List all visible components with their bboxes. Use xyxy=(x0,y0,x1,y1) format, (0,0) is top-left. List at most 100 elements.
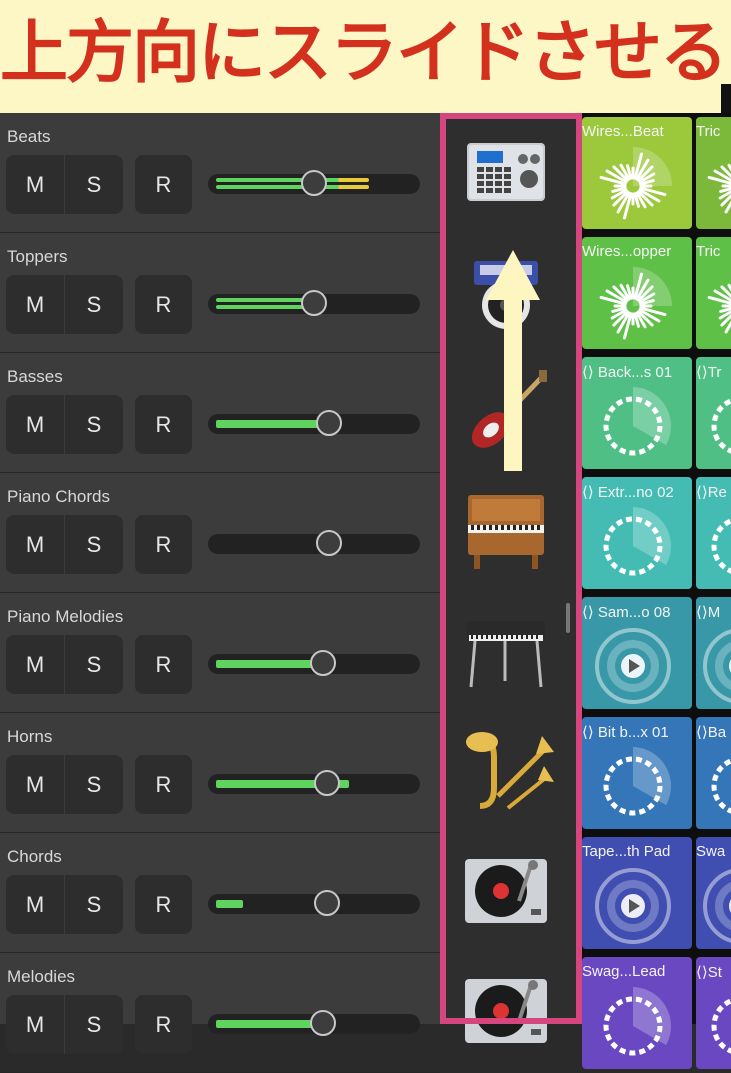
loop-waveform xyxy=(594,507,672,585)
volume-knob[interactable] xyxy=(310,1010,336,1036)
mute-button[interactable]: M xyxy=(6,875,65,934)
track-row[interactable]: Piano Melodies M S R xyxy=(0,593,440,713)
record-enable-button[interactable]: R xyxy=(135,995,192,1054)
loop-cell-partial[interactable]: ⟨⟩St xyxy=(696,957,731,1069)
loop-cell-partial[interactable]: Tric xyxy=(696,117,731,229)
track-name: Piano Melodies xyxy=(7,607,124,626)
loop-cell-partial[interactable]: ⟨⟩Re xyxy=(696,477,731,589)
loop-cell-label: ⟨⟩ Sam...o 08 xyxy=(582,604,671,621)
mute-button[interactable]: M xyxy=(6,395,65,454)
solo-button[interactable]: S xyxy=(65,275,123,334)
loop-cell-partial[interactable]: Swa xyxy=(696,837,731,949)
solo-button[interactable]: S xyxy=(65,155,123,214)
record-enable-button[interactable]: R xyxy=(135,635,192,694)
loop-cell-label: Swa xyxy=(696,843,726,860)
track-header-panel: Beats M S R Toppers M S R Basses M S R P… xyxy=(0,113,440,1073)
record-enable-button[interactable]: R xyxy=(135,875,192,934)
loop-cell[interactable]: ⟨⟩ Back...s 01 xyxy=(582,357,692,469)
loop-waveform xyxy=(594,867,672,945)
level-meter-top xyxy=(216,420,326,428)
track-row[interactable]: Chords M S R xyxy=(0,833,440,953)
loop-waveform xyxy=(702,147,731,225)
loop-arrows-icon: ⟨⟩ xyxy=(582,724,598,741)
level-meter-top xyxy=(216,1020,324,1028)
track-name: Chords xyxy=(7,847,62,866)
track-name: Melodies xyxy=(7,967,76,986)
volume-knob[interactable] xyxy=(314,890,340,916)
track-name: Horns xyxy=(7,727,53,746)
loop-cell-label: Wires...Beat xyxy=(582,123,664,140)
level-meter-top xyxy=(216,660,324,668)
track-row[interactable]: Basses M S R xyxy=(0,353,440,473)
track-row[interactable]: Beats M S R xyxy=(0,113,440,233)
solo-button[interactable]: S xyxy=(65,995,123,1054)
volume-slider[interactable] xyxy=(208,650,420,676)
volume-knob[interactable] xyxy=(316,410,342,436)
mute-button[interactable]: M xyxy=(6,635,65,694)
solo-button[interactable]: S xyxy=(65,395,123,454)
loop-waveform xyxy=(702,627,731,705)
track-name: Toppers xyxy=(7,247,68,266)
solo-button[interactable]: S xyxy=(65,875,123,934)
loop-waveform xyxy=(702,267,731,345)
volume-knob[interactable] xyxy=(316,530,342,556)
volume-slider[interactable] xyxy=(208,530,420,556)
loop-cell-partial[interactable]: Tric xyxy=(696,237,731,349)
instruction-text: 上方向にスライドさせる xyxy=(0,14,728,93)
volume-slider[interactable] xyxy=(208,410,420,436)
loop-cell[interactable]: ⟨⟩ Sam...o 08 xyxy=(582,597,692,709)
loop-cell-label: Tric xyxy=(696,123,721,140)
loop-waveform xyxy=(594,747,672,825)
volume-slider[interactable] xyxy=(208,170,420,196)
loop-waveform xyxy=(702,507,731,585)
volume-knob[interactable] xyxy=(310,650,336,676)
volume-slider[interactable] xyxy=(208,770,420,796)
record-enable-button[interactable]: R xyxy=(135,155,192,214)
mute-button[interactable]: M xyxy=(6,155,65,214)
loop-arrows-icon: ⟨⟩ xyxy=(696,724,708,741)
loop-cell[interactable]: ⟨⟩ Bit b...x 01 xyxy=(582,717,692,829)
loop-arrows-icon: ⟨⟩ xyxy=(696,964,708,981)
loop-cell[interactable]: Wires...opper xyxy=(582,237,692,349)
volume-slider[interactable] xyxy=(208,290,420,316)
track-name: Basses xyxy=(7,367,63,386)
loop-cell-label: ⟨⟩ Extr...no 02 xyxy=(582,484,674,501)
level-meter-bottom xyxy=(216,305,312,309)
loop-cell[interactable]: Tape...th Pad xyxy=(582,837,692,949)
track-row[interactable]: Melodies M S R xyxy=(0,953,440,1073)
track-row[interactable]: Piano Chords M S R xyxy=(0,473,440,593)
volume-knob[interactable] xyxy=(301,290,327,316)
mute-button[interactable]: M xyxy=(6,515,65,574)
loop-cell[interactable]: Swag...Lead xyxy=(582,957,692,1069)
solo-button[interactable]: S xyxy=(65,755,123,814)
loop-cell[interactable]: Wires...Beat xyxy=(582,117,692,229)
track-row[interactable]: Toppers M S R xyxy=(0,233,440,353)
volume-slider[interactable] xyxy=(208,890,420,916)
track-row[interactable]: Horns M S R xyxy=(0,713,440,833)
loop-cell-partial[interactable]: ⟨⟩Tr xyxy=(696,357,731,469)
mute-button[interactable]: M xyxy=(6,755,65,814)
solo-button[interactable]: S xyxy=(65,635,123,694)
play-icon xyxy=(595,628,671,704)
loop-cell-label: ⟨⟩ Back...s 01 xyxy=(582,364,673,381)
level-meter-top xyxy=(216,178,369,182)
loop-cell-partial[interactable]: ⟨⟩M xyxy=(696,597,731,709)
loop-waveform xyxy=(594,267,672,345)
loop-cell-partial[interactable]: ⟨⟩Ba xyxy=(696,717,731,829)
record-enable-button[interactable]: R xyxy=(135,755,192,814)
instruction-banner: 上方向にスライドさせる xyxy=(0,0,731,113)
volume-knob[interactable] xyxy=(301,170,327,196)
record-enable-button[interactable]: R xyxy=(135,275,192,334)
window-edge-strip xyxy=(721,84,731,113)
volume-slider[interactable] xyxy=(208,1010,420,1036)
mute-button[interactable]: M xyxy=(6,275,65,334)
record-enable-button[interactable]: R xyxy=(135,395,192,454)
loop-cell-label: ⟨⟩M xyxy=(696,604,721,621)
record-enable-button[interactable]: R xyxy=(135,515,192,574)
loop-waveform xyxy=(594,987,672,1065)
mute-button[interactable]: M xyxy=(6,995,65,1054)
solo-button[interactable]: S xyxy=(65,515,123,574)
loop-cell-label: Tric xyxy=(696,243,721,260)
loop-cell[interactable]: ⟨⟩ Extr...no 02 xyxy=(582,477,692,589)
volume-knob[interactable] xyxy=(314,770,340,796)
